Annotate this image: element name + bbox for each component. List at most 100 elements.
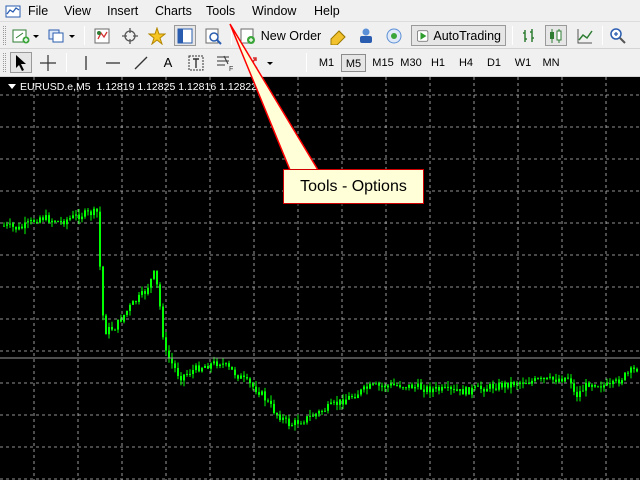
candle-body	[276, 412, 278, 415]
candle-body	[186, 373, 188, 375]
crosshair-tool-button[interactable]	[38, 52, 58, 73]
candle-body	[546, 377, 548, 380]
candle-body	[315, 413, 317, 417]
candle-body	[30, 219, 32, 222]
menu-file[interactable]: File	[28, 3, 48, 19]
timeframe-mn[interactable]: MN	[537, 54, 565, 72]
vertical-line-button[interactable]	[76, 52, 96, 73]
candle-body	[291, 425, 293, 427]
candle-body	[483, 389, 485, 392]
candle-body	[114, 329, 116, 331]
menu-help[interactable]: Help	[314, 3, 340, 19]
candle-body	[285, 417, 287, 419]
timeframe-m5[interactable]: M5	[341, 54, 366, 72]
candle-body	[141, 291, 143, 295]
timeframe-m1[interactable]: M1	[314, 54, 339, 72]
timeframe-d1[interactable]: D1	[481, 54, 507, 72]
candle-body	[72, 215, 74, 219]
candle-body	[12, 223, 14, 227]
menu-insert[interactable]: Insert	[107, 3, 138, 19]
candle-body	[360, 389, 362, 395]
navigator-button[interactable]	[174, 25, 196, 46]
arrows-button[interactable]	[244, 52, 276, 73]
signals-icon	[360, 28, 372, 43]
candle-body	[435, 386, 437, 389]
candle-body	[135, 301, 137, 303]
candle-body	[93, 208, 95, 216]
candle-body	[573, 383, 575, 392]
candle-body	[15, 226, 17, 230]
candle-body	[609, 383, 611, 385]
chart-canvas[interactable]	[0, 77, 640, 480]
candle-body	[78, 214, 80, 220]
timeframe-w1[interactable]: W1	[509, 54, 537, 72]
candle-body	[330, 402, 332, 405]
candlestick-button[interactable]	[545, 25, 567, 46]
crosshair-button[interactable]	[120, 25, 140, 46]
toolbar-grip[interactable]	[3, 53, 6, 72]
new-chart-button[interactable]	[10, 25, 42, 46]
candle-body	[162, 306, 164, 338]
menu-tools[interactable]: Tools	[206, 3, 235, 19]
candle-body	[438, 386, 440, 391]
line-chart-icon	[577, 28, 593, 43]
menu-view[interactable]: View	[64, 3, 91, 19]
menu-charts[interactable]: Charts	[155, 3, 192, 19]
profiles-icon	[48, 29, 75, 42]
text-label-icon	[188, 55, 204, 70]
favorites-icon	[148, 26, 166, 45]
timeframe-m15[interactable]: M15	[368, 54, 398, 72]
trendline-button[interactable]	[131, 52, 151, 73]
candle-body	[258, 392, 260, 395]
candle-body	[195, 365, 197, 371]
price-chart[interactable]: EURUSD.e,M5 1.12819 1.12825 1.12816 1.12…	[0, 77, 640, 480]
candle-body	[201, 367, 203, 372]
candle-body	[279, 414, 281, 421]
candle-body	[582, 390, 584, 392]
candle-body	[51, 220, 53, 223]
candle-body	[543, 377, 545, 380]
candle-body	[441, 386, 443, 391]
timeframe-h1[interactable]: H1	[425, 54, 451, 72]
candle-body	[507, 382, 509, 388]
candle-body	[342, 399, 344, 405]
favorites-button[interactable]	[147, 25, 167, 46]
text-tool-button[interactable]: A	[158, 52, 178, 73]
profiles-button[interactable]	[46, 25, 78, 46]
candle-body	[456, 389, 458, 391]
candle-body	[606, 383, 608, 386]
fibonacci-icon: F	[217, 55, 233, 72]
timeframe-h4[interactable]: H4	[453, 54, 479, 72]
radio-button[interactable]	[384, 25, 404, 46]
zoom-in-button[interactable]	[608, 25, 628, 46]
text-label-button[interactable]	[186, 52, 206, 73]
candle-body	[429, 386, 431, 393]
timeframe-m30[interactable]: M30	[396, 54, 426, 72]
new-order-button[interactable]: New Order	[238, 25, 322, 46]
candle-body	[516, 384, 518, 386]
toolbar-grip[interactable]	[3, 26, 6, 45]
candle-body	[105, 315, 107, 335]
candle-body	[474, 386, 476, 388]
horizontal-line-button[interactable]	[103, 52, 123, 73]
signals-button[interactable]	[356, 25, 376, 46]
candle-body	[129, 304, 131, 311]
market-watch-button[interactable]	[92, 25, 112, 46]
cursor-button[interactable]	[10, 52, 32, 73]
fibonacci-button[interactable]: F	[214, 52, 236, 73]
candle-body	[624, 372, 626, 381]
candle-body	[309, 415, 311, 417]
tools-options-callout: Tools - Options	[283, 169, 424, 204]
line-chart-button[interactable]	[575, 25, 595, 46]
terminal-button[interactable]	[203, 25, 223, 46]
menu-window[interactable]: Window	[252, 3, 296, 19]
candle-body	[630, 367, 632, 373]
candle-body	[627, 372, 629, 374]
bar-chart-button[interactable]	[520, 25, 540, 46]
candle-body	[633, 367, 635, 369]
candle-body	[351, 395, 353, 398]
autotrading-button[interactable]: AutoTrading	[411, 25, 506, 46]
candle-body	[252, 383, 254, 387]
candle-body	[144, 291, 146, 294]
metaeditor-button[interactable]	[328, 25, 348, 46]
